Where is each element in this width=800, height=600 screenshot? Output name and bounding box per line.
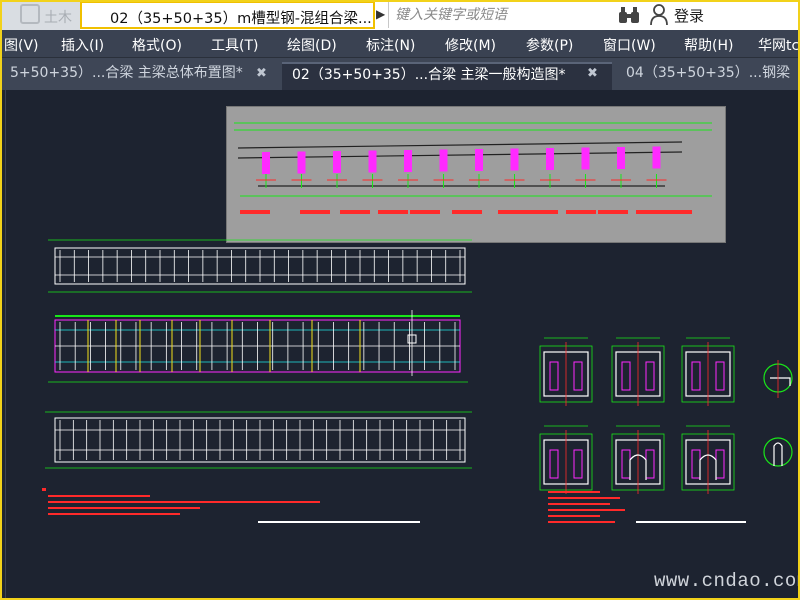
- inset-panel: [510, 148, 519, 171]
- inset-label-mark: [410, 210, 440, 214]
- section-detail: [681, 337, 735, 406]
- section-web: [621, 449, 631, 479]
- inset-label-mark: [528, 210, 558, 214]
- inset-panel: [581, 147, 590, 170]
- inset-panel: [297, 151, 306, 174]
- inset-panel: [617, 147, 625, 169]
- section-web: [573, 361, 583, 391]
- section-web: [645, 449, 655, 479]
- section-detail: [539, 425, 593, 494]
- inset-label-mark: [498, 210, 528, 214]
- section-web: [715, 449, 725, 479]
- section-detail: [681, 425, 735, 494]
- inset-drawing: [234, 122, 712, 214]
- inset-panel: [475, 149, 483, 171]
- bolt-detail-top: [763, 360, 793, 398]
- inset-label-mark: [340, 210, 370, 214]
- inset-panel: [333, 151, 341, 173]
- inset-label-mark: [636, 210, 666, 214]
- inset-label-mark: [240, 210, 270, 214]
- plan-view-bottom: [45, 411, 472, 469]
- section-web: [549, 449, 559, 479]
- cross-sections: [539, 337, 735, 494]
- section-web: [691, 449, 701, 479]
- inset-label-mark: [598, 210, 628, 214]
- inset-label-mark: [378, 210, 408, 214]
- section-web: [691, 361, 701, 391]
- section-web: [715, 361, 725, 391]
- inset-panel: [439, 149, 448, 172]
- inset-panel: [546, 148, 554, 170]
- cad-linework: [42, 122, 793, 523]
- section-web: [549, 361, 559, 391]
- section-web: [621, 361, 631, 391]
- inset-panel: [368, 150, 377, 173]
- inset-panel: [404, 150, 412, 172]
- inset-panel: [262, 152, 270, 174]
- section-detail: [539, 337, 593, 406]
- bolt-detail-bottom: [763, 437, 793, 467]
- plan-view-middle: [48, 310, 468, 383]
- inset-label-mark: [566, 210, 596, 214]
- section-detail: [611, 425, 665, 494]
- section-detail: [611, 337, 665, 406]
- inset-label-mark: [300, 210, 330, 214]
- plan-view-top: [48, 239, 472, 293]
- notes-block: [42, 488, 420, 523]
- inset-panel: [652, 146, 661, 169]
- inset-label-mark: [452, 210, 482, 214]
- section-notes: [548, 491, 746, 523]
- section-web: [645, 361, 655, 391]
- section-web: [573, 449, 583, 479]
- watermark-text: www.cndao.com: [654, 570, 800, 592]
- inset-label-mark: [662, 210, 692, 214]
